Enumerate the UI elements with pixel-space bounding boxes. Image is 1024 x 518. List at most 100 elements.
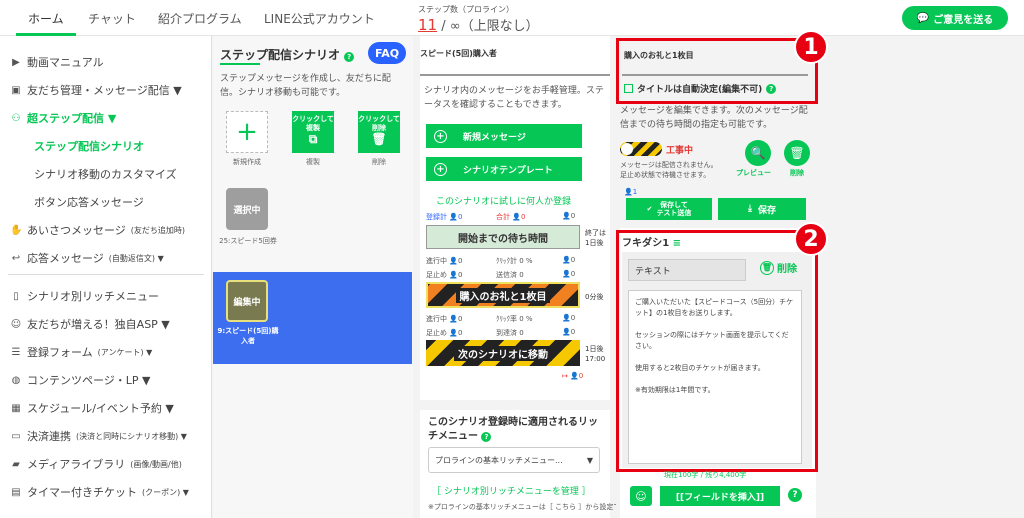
delete-message-button[interactable]: 🗑 [784,140,810,166]
sidebar-item-rich-menu[interactable]: ▯ シナリオ別リッチメニュー [10,288,159,304]
hand-icon: ✋ [10,224,23,236]
stat-in-progress: 進行中 👤0 [426,257,463,265]
feedback-button[interactable]: 💬 ご意見を送る [902,6,1008,30]
sidebar-item-label: 動画マニュアル [27,56,104,69]
template-label: シナリオテンプレート [463,165,553,176]
new-scenario-label: 新規作成 [233,158,261,166]
scenario-card-selected[interactable]: 選択中 [226,188,268,230]
sidebar-item-reply[interactable]: ↩ 応答メッセージ (自動返信文) ▼ [10,250,164,266]
copy-icon: ⧉ [308,132,318,146]
sidebar-sub-step-scenario[interactable]: ステップ配信シナリオ [34,138,144,154]
trial-register-link[interactable]: このシナリオに試しに何人か登録 [436,194,571,207]
step-count-label: ステップ数（プロライン） [418,5,514,14]
step-count: 11 / ∞（上限なし） [418,15,539,34]
trash-icon: 🗑 [789,146,805,160]
rich-menu-title: このシナリオ登録時に適用されるリッチメニュー ? [428,416,604,444]
sidebar-item-video-manual[interactable]: ▶ 動画マニュアル [10,54,104,70]
insert-field-button[interactable]: [[フィールドを挿入]] [660,486,780,506]
scenario-list-description: ステップメッセージを作成し、友だちに配信。シナリオ移動も可能です。 [220,74,391,98]
save-label: 保存 [757,205,776,216]
preview-label: プレビュー [736,169,771,177]
sidebar-item-super-step[interactable]: ⚇ 超ステップ配信 ▼ [10,110,117,126]
nav-home[interactable]: ホーム [28,10,64,27]
sidebar-item-schedule[interactable]: ▦ スケジュール/イベント予約 ▼ [10,400,174,416]
delete-label: 削除 [372,158,386,166]
nav-referral[interactable]: 紹介プログラム [158,10,242,27]
sidebar-item-media[interactable]: ▰ メディアライブラリ (画像/動画/他) [10,456,182,472]
new-message-label: 新規メッセージ [463,132,526,143]
help-icon[interactable]: ? [788,488,802,502]
sidebar-sub-scenario-move[interactable]: シナリオ移動のカスタマイズ [34,166,177,182]
new-scenario-button[interactable]: + [226,111,268,153]
stat-clicks: ｸﾘｯｸ計 0 % [496,257,533,265]
help-icon[interactable]: ? [481,432,492,442]
stat-click-rate: ｸﾘｯｸ率 0 % [496,315,533,323]
sidebar-item-form[interactable]: ☰ 登録フォーム (アンケート) ▼ [10,344,153,360]
delete-message-label: 削除 [790,169,804,177]
sidebar-item-sublabel: (アンケート) ▼ [97,347,153,357]
rich-menu-title-text: このシナリオ登録時に適用されるリッチメニュー [428,417,598,442]
sidebar-sub-button-reply[interactable]: ボタン応答メッセージ [34,194,144,210]
stat-sent: 送信済 0 [496,271,524,279]
stat-blocked: 👤0 [562,212,576,220]
sidebar-item-label: あいさつメッセージ [27,224,126,237]
plus-icon: + [434,129,447,143]
stat-total: 合計 👤0 [496,213,526,221]
copy-scenario-button[interactable]: クリックして複製 ⧉ [292,111,334,153]
sidebar-item-sublabel: (決済と同時にシナリオ移動) ▼ [76,431,187,441]
scenario-list-title-text: ステップ配信シナリオ [220,48,341,62]
step-count-current[interactable]: 11 [418,16,437,34]
rich-menu-select[interactable]: プロラインの基本リッチメニュー... ▼ [428,447,600,473]
sidebar-item-greeting[interactable]: ✋ あいさつメッセージ (友だち追加時) [10,222,185,238]
construction-description: メッセージは配信されません。 足止め状態で待機させます。 [620,161,718,179]
message-block-current[interactable]: 購入のお礼と1枚目 [426,282,580,308]
sidebar-item-asp[interactable]: ☺ 友だちが増える！独自ASP ▼ [10,316,170,332]
reply-icon: ↩ [11,252,21,264]
help-icon[interactable]: ? [344,52,355,62]
plus-icon: + [434,162,447,176]
scenario-card-editing[interactable]: 編集中 [226,280,268,322]
preview-button[interactable]: 🔍 [745,140,771,166]
chat-bubble-icon: 💬 [916,12,930,24]
stat-stopped: 足止め 👤0 [426,271,463,279]
rich-menu-selected-value: プロラインの基本リッチメニュー... [435,455,563,465]
sidebar-item-friends[interactable]: ▣ 友だち管理・メッセージ配信 ▼ [10,82,181,98]
message-block-next-scenario[interactable]: 次のシナリオに移動 [426,340,580,366]
scenario-detail-description: シナリオ内のメッセージをお手軽管理。ステータスを確認することもできます。 [424,86,604,110]
faq-button[interactable]: FAQ [368,42,406,64]
stat-moved: 👤0 [562,270,576,278]
highlight-box-2 [616,230,818,472]
copy-label: 複製 [306,158,320,166]
smile-icon: ☺ [635,489,647,503]
scenario-list-title: ステップ配信シナリオ ? [220,46,355,63]
timing-end: 終了は 1日後 [585,229,606,247]
char-count: 現在100字 / 残り4,400字 [664,471,747,479]
wait-time-banner[interactable]: 開始までの待ち時間 [426,225,580,249]
save-and-test-button[interactable]: ✔ 保存して テスト送信 [626,198,712,220]
timing-msg2: 1日後 17:00 [585,345,606,363]
delete-button-label: クリックして削除 [358,115,400,132]
sidebar-item-label: コンテンツページ・LP ▼ [27,374,151,387]
new-message-button[interactable]: + 新規メッセージ [426,124,582,148]
manage-rich-menu-link[interactable]: ［ シナリオ別リッチメニューを管理 ］ [432,484,591,497]
contact-icon: ▣ [11,84,21,96]
globe-icon: ◍ [11,374,21,386]
emoji-button[interactable]: ☺ [630,486,652,506]
save-button[interactable]: ⤓ 保存 [718,198,806,220]
divider [420,74,610,76]
nav-chat[interactable]: チャット [88,10,136,27]
sidebar-divider [8,274,204,275]
save-test-label: 保存して テスト送信 [656,201,692,217]
sidebar-item-content-page[interactable]: ◍ コンテンツページ・LP ▼ [10,372,151,388]
sidebar-item-label: メディアライブラリ [27,458,126,471]
scenario-template-button[interactable]: + シナリオテンプレート [426,157,582,181]
nav-line-account[interactable]: LINE公式アカウント [264,10,375,27]
delete-scenario-button[interactable]: クリックして削除 🗑 [358,111,400,153]
sidebar-item-sublabel: (自動返信文) ▼ [108,253,164,263]
stat-reached: 到達済 0 [496,329,524,337]
step-count-rest: / ∞（上限なし） [441,19,539,34]
sidebar-item-ticket[interactable]: ▤ タイマー付きチケット (クーポン) ▼ [10,484,189,500]
download-icon: ⤓ [748,204,752,214]
sidebar-item-payment[interactable]: ▭ 決済連携 (決済と同時にシナリオ移動) ▼ [10,428,187,444]
stat-moved: 👤0 [562,314,576,322]
